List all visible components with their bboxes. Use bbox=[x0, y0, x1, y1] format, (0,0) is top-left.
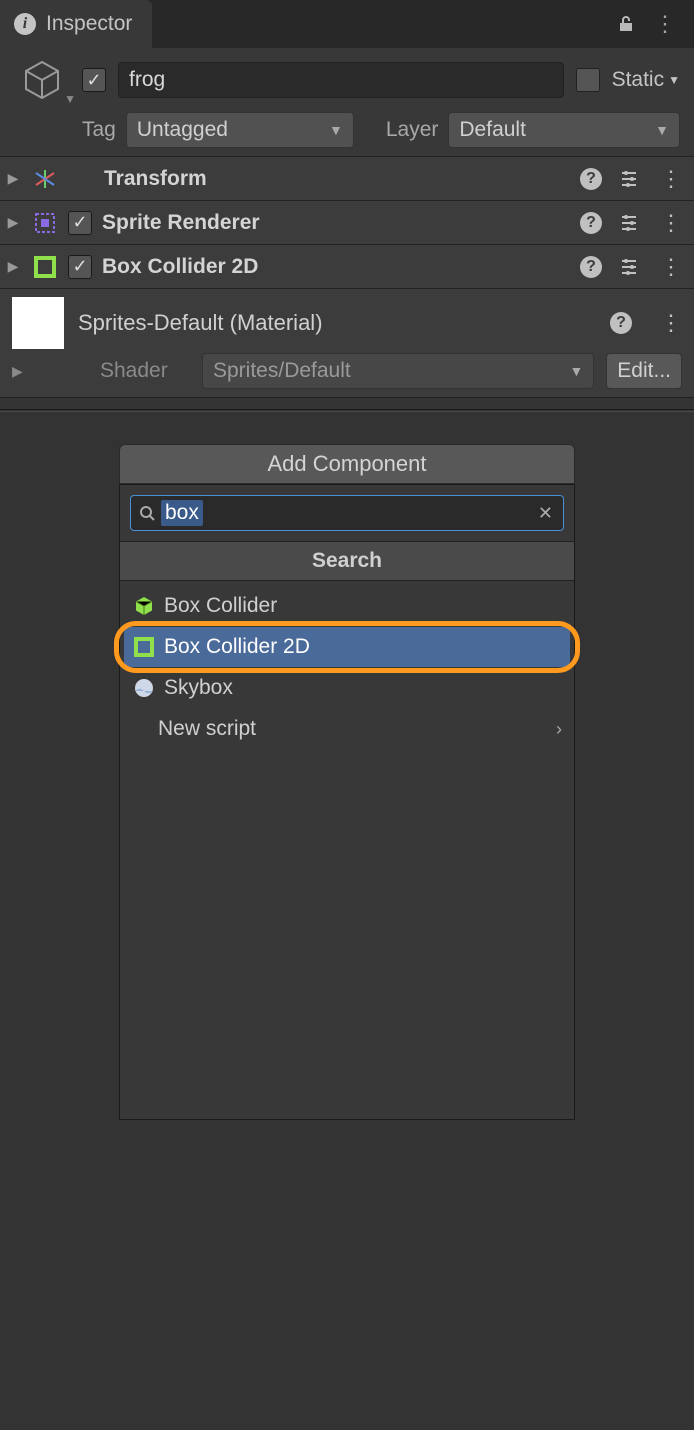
add-component-panel: box ✕ Search Box Collider Box Collider 2… bbox=[119, 484, 575, 1120]
layer-dropdown[interactable]: Default ▼ bbox=[448, 112, 680, 148]
static-label[interactable]: Static ▼ bbox=[612, 68, 680, 92]
gameobject-name-input[interactable] bbox=[118, 62, 564, 98]
kebab-icon[interactable]: ⋮ bbox=[660, 254, 682, 280]
tag-label: Tag bbox=[82, 118, 116, 142]
search-selection: box bbox=[161, 500, 203, 526]
result-label: Box Collider bbox=[164, 594, 277, 618]
enable-checkbox[interactable]: ✓ bbox=[68, 255, 92, 279]
lock-icon[interactable] bbox=[616, 14, 636, 34]
tab-title: Inspector bbox=[46, 12, 132, 36]
sprite-renderer-icon bbox=[32, 210, 58, 236]
chevron-right-icon: › bbox=[556, 719, 562, 740]
tag-dropdown[interactable]: Untagged ▼ bbox=[126, 112, 354, 148]
foldout-icon[interactable]: ▶ bbox=[4, 170, 22, 187]
gameobject-icon[interactable]: ▼ bbox=[14, 58, 70, 102]
separator bbox=[0, 397, 694, 409]
kebab-icon[interactable]: ⋮ bbox=[660, 166, 682, 192]
preset-icon[interactable] bbox=[620, 213, 642, 233]
chevron-down-icon: ▼ bbox=[655, 122, 669, 138]
result-list: Box Collider Box Collider 2D Skybox New … bbox=[120, 581, 574, 1119]
material-preview[interactable] bbox=[12, 297, 64, 349]
kebab-icon[interactable]: ⋮ bbox=[660, 210, 682, 236]
static-checkbox[interactable] bbox=[576, 68, 600, 92]
skybox-icon bbox=[132, 676, 156, 700]
clear-icon[interactable]: ✕ bbox=[538, 503, 553, 524]
preset-icon[interactable] bbox=[620, 257, 642, 277]
add-component-area: Add Component box ✕ Search Box Collider bbox=[0, 412, 694, 1120]
result-box-collider[interactable]: Box Collider bbox=[124, 586, 570, 626]
component-transform[interactable]: ▶ Transform ? ⋮ bbox=[0, 156, 694, 200]
chevron-down-icon: ▼ bbox=[64, 92, 76, 106]
result-label: Box Collider 2D bbox=[164, 635, 310, 659]
tab-actions: ⋮ bbox=[616, 0, 694, 48]
tab-bar: i Inspector ⋮ bbox=[0, 0, 694, 48]
chevron-down-icon: ▼ bbox=[569, 363, 583, 379]
transform-icon bbox=[32, 166, 58, 192]
result-new-script[interactable]: New script › bbox=[124, 709, 570, 749]
result-label: Skybox bbox=[164, 676, 233, 700]
square-green-icon bbox=[132, 635, 156, 659]
component-title: Sprite Renderer bbox=[102, 211, 570, 235]
result-box-collider-2d[interactable]: Box Collider 2D bbox=[124, 627, 570, 667]
component-sprite-renderer[interactable]: ▶ ✓ Sprite Renderer ? ⋮ bbox=[0, 200, 694, 244]
chevron-down-icon: ▼ bbox=[668, 73, 680, 87]
search-icon bbox=[139, 505, 155, 521]
material-title: Sprites-Default (Material) bbox=[78, 310, 596, 336]
shader-dropdown[interactable]: Sprites/Default ▼ bbox=[202, 353, 594, 389]
cube-green-icon bbox=[132, 594, 156, 618]
kebab-icon[interactable]: ⋮ bbox=[654, 11, 678, 37]
edit-button[interactable]: Edit... bbox=[606, 353, 682, 389]
active-checkbox[interactable]: ✓ bbox=[82, 68, 106, 92]
search-input-wrap[interactable]: box ✕ bbox=[130, 495, 564, 531]
foldout-icon[interactable]: ▶ bbox=[4, 214, 22, 231]
preset-icon[interactable] bbox=[620, 169, 642, 189]
gameobject-header: ▼ ✓ Static ▼ Tag Untagged ▼ Layer Defaul… bbox=[0, 48, 694, 156]
result-label: New script bbox=[158, 717, 256, 741]
enable-checkbox[interactable]: ✓ bbox=[68, 211, 92, 235]
layer-label: Layer bbox=[386, 118, 439, 142]
help-icon[interactable]: ? bbox=[610, 312, 632, 334]
inspector-tab[interactable]: i Inspector bbox=[0, 0, 152, 48]
help-icon[interactable]: ? bbox=[580, 256, 602, 278]
material-section: Sprites-Default (Material) ? ⋮ ▶ Shader … bbox=[0, 288, 694, 397]
info-icon: i bbox=[14, 13, 36, 35]
component-title: Box Collider 2D bbox=[102, 255, 570, 279]
component-box-collider-2d[interactable]: ▶ ✓ Box Collider 2D ? ⋮ bbox=[0, 244, 694, 288]
help-icon[interactable]: ? bbox=[580, 168, 602, 190]
shader-label: Shader bbox=[100, 359, 190, 383]
chevron-down-icon: ▼ bbox=[329, 122, 343, 138]
kebab-icon[interactable]: ⋮ bbox=[660, 310, 682, 336]
foldout-icon[interactable]: ▶ bbox=[12, 363, 30, 380]
foldout-icon[interactable]: ▶ bbox=[4, 258, 22, 275]
help-icon[interactable]: ? bbox=[580, 212, 602, 234]
search-header: Search bbox=[120, 541, 574, 581]
result-skybox[interactable]: Skybox bbox=[124, 668, 570, 708]
box-collider-2d-icon bbox=[32, 254, 58, 280]
component-title: Transform bbox=[104, 167, 570, 191]
add-component-button[interactable]: Add Component bbox=[119, 444, 575, 484]
